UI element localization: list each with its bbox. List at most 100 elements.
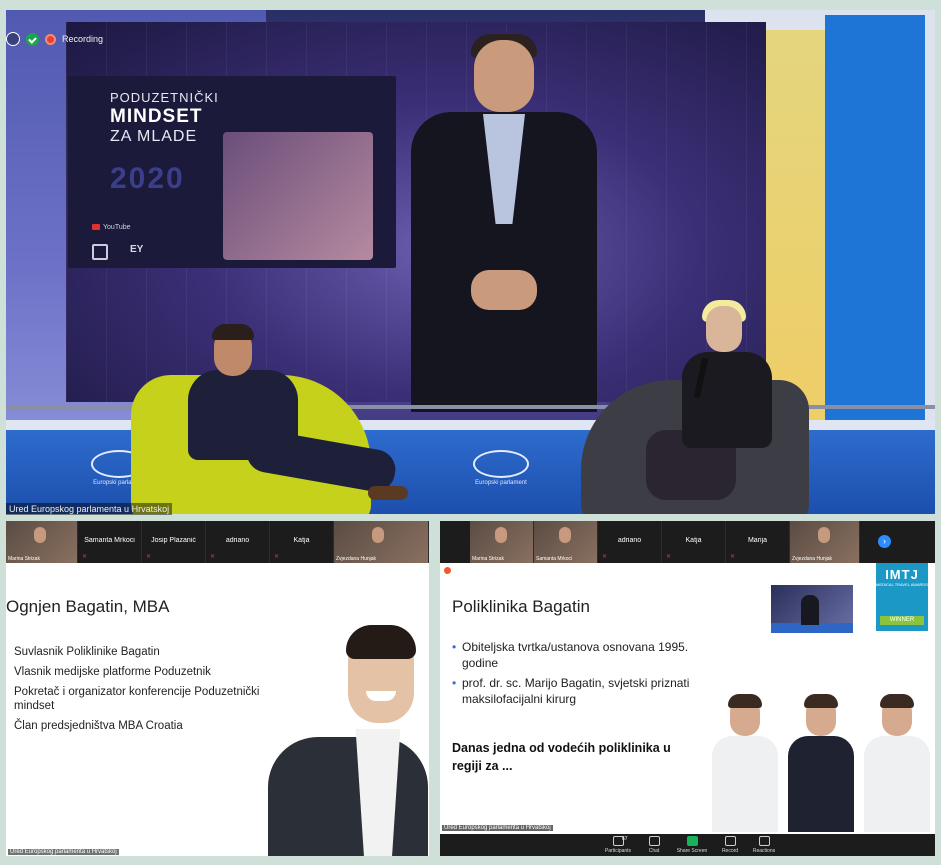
- participant-tile[interactable]: Josip Plazanić ✕: [142, 521, 206, 563]
- poster-line-1: PODUZETNIČKI: [110, 90, 219, 105]
- chat-button[interactable]: Chat: [634, 836, 674, 854]
- left-share-window: Marina Strizak Samanta Mrkoci ✕ Josip Pla…: [6, 521, 429, 856]
- participants-count: 67: [622, 836, 628, 842]
- doctor-hair: [804, 694, 838, 708]
- doctor-hair: [880, 694, 914, 708]
- mic-muted-icon: ✕: [146, 554, 152, 560]
- participant-face: [371, 527, 384, 543]
- right-share-window: Marina Strizak Samanta Mrkoci adriano ✕ K…: [440, 521, 935, 856]
- participant-tile[interactable]: Katja ✕: [270, 521, 334, 563]
- mini-speaker: [801, 595, 819, 625]
- participant-name: Marina Strizak: [472, 556, 504, 562]
- speaker-hands: [471, 270, 537, 310]
- doctor-coat: [712, 736, 778, 832]
- participant-strip: Marina Strizak Samanta Mrkoci ✕ Josip Pla…: [6, 521, 429, 563]
- slide-bullet: Član predsjedništva MBA Croatia: [14, 720, 183, 732]
- portrait-suit: [268, 737, 428, 856]
- slide-bullet-list: Obiteljska tvrtka/ustanova osnovana 1995…: [452, 639, 702, 711]
- participant-tile[interactable]: Samanta Mrkoci ✕: [78, 521, 142, 563]
- slide-bullet: Vlasnik medijske platforme Poduzetnik: [14, 666, 211, 678]
- participant-face: [34, 527, 47, 543]
- slide-bullet: prof. dr. sc. Marijo Bagatin, svjetski p…: [452, 675, 702, 707]
- participant-tile[interactable]: adriano ✕: [206, 521, 270, 563]
- participant-name: adriano: [225, 537, 250, 544]
- recording-indicator[interactable]: Recording: [6, 30, 103, 48]
- participant-name: Samanta Mrkoci: [84, 537, 135, 544]
- eu-logo-text: Europski parlament: [475, 480, 527, 486]
- remote-speaker: [411, 30, 597, 412]
- main-video-name-label: Ured Europskog parlamenta u Hrvatskoj: [6, 503, 173, 515]
- participant-tile[interactable]: Marina Strizak: [470, 521, 534, 563]
- poster-line-2: MINDSET: [110, 106, 203, 127]
- eu-logo-icon: [473, 450, 529, 478]
- participants-button[interactable]: 67 Participants: [598, 836, 638, 854]
- ey-logo: EY: [130, 244, 144, 255]
- host-left-body: [188, 370, 298, 460]
- participant-tile[interactable]: Zvjezdana Hunjak: [790, 521, 860, 563]
- host-right-head: [706, 306, 742, 352]
- award-winner: WINNER: [880, 616, 924, 625]
- doctor-figure: [862, 692, 932, 832]
- slide-bullet-list: Suvlasnik Poliklinike Bagatin Vlasnik me…: [14, 645, 294, 739]
- participant-name: Zvjezdana Hunjak: [792, 556, 833, 562]
- share-screen-icon: [686, 836, 698, 846]
- partner-logo: [92, 244, 108, 260]
- participant-strip: Marina Strizak Samanta Mrkoci adriano ✕ K…: [440, 521, 935, 563]
- mic-muted-icon: ✕: [274, 554, 280, 560]
- participant-tile[interactable]: Marija ✕: [726, 521, 790, 563]
- mic-muted-icon: ✕: [666, 554, 672, 560]
- youtube-icon: [92, 224, 100, 231]
- host-left-hair: [212, 324, 254, 340]
- award-brand: IMTJ: [885, 567, 919, 582]
- floating-video-thumbnail[interactable]: [771, 585, 853, 633]
- participant-name: Josip Plazanić: [151, 537, 196, 544]
- chat-icon: [648, 836, 660, 846]
- award-subtitle: MEDICAL TRAVEL AWARDS: [876, 582, 928, 587]
- meeting-toolbar: Ured Europskog parlamenta u Hrvatskoj 67…: [440, 825, 935, 856]
- participant-name: Katja: [293, 537, 310, 544]
- share-screen-label: Share Screen: [676, 848, 708, 854]
- share-status-icon[interactable]: [444, 567, 451, 574]
- mic-muted-icon: ✕: [602, 554, 608, 560]
- participant-name: adriano: [617, 537, 642, 544]
- poster-year: 2020: [110, 162, 185, 195]
- record-label: Record: [721, 848, 739, 854]
- host-right-body: [682, 352, 772, 448]
- slide-title: Ognjen Bagatin, MBA: [6, 597, 170, 616]
- event-poster: PODUZETNIČKI MINDSET ZA MLADE 2020 YouTu…: [68, 76, 396, 268]
- portrait-hair: [346, 625, 416, 659]
- participant-tile[interactable]: Zvjezdana Hunjak: [334, 521, 429, 563]
- reactions-button[interactable]: Reactions: [744, 836, 784, 854]
- participant-name: Samanta Mrkoci: [536, 556, 573, 562]
- presenter-label: Ured Europskog parlamenta u Hrvatskoj: [442, 825, 553, 831]
- reactions-label: Reactions: [752, 848, 776, 854]
- participants-label: Participants: [604, 848, 632, 854]
- participant-tile[interactable]: adriano ✕: [598, 521, 662, 563]
- mic-muted-icon: ✕: [210, 554, 216, 560]
- participant-tile[interactable]: Marina Strizak: [6, 521, 78, 563]
- doctor-coat: [864, 736, 930, 832]
- participant-name: Marija: [747, 537, 768, 544]
- youtube-logo: YouTube: [92, 224, 131, 231]
- record-icon: [724, 836, 736, 846]
- shared-slide: Poliklinika Bagatin Obiteljska tvrtka/us…: [440, 563, 935, 856]
- speaker-head: [474, 40, 534, 112]
- participant-face: [495, 527, 508, 543]
- next-page-arrow-icon[interactable]: ›: [878, 535, 891, 548]
- main-video-feed[interactable]: PODUZETNIČKI MINDSET ZA MLADE 2020 YouTu…: [6, 10, 935, 514]
- recording-icon: [45, 33, 56, 45]
- slide-title: Poliklinika Bagatin: [452, 597, 590, 616]
- host-left-shoe: [368, 486, 408, 500]
- participant-tile[interactable]: Katja ✕: [662, 521, 726, 563]
- presenter-label: Ured Europskog parlamenta u Hrvatskoj: [8, 849, 119, 855]
- participant-face: [559, 527, 572, 543]
- info-icon[interactable]: [6, 32, 20, 46]
- chat-label: Chat: [648, 848, 660, 854]
- doctor-figure: [710, 692, 780, 832]
- slide-bullet: Suvlasnik Poliklinike Bagatin: [14, 646, 160, 658]
- slide-bullet: Pokretač i organizator konferencije Podu…: [14, 686, 260, 712]
- strip-spacer: [440, 521, 470, 563]
- share-screen-button[interactable]: Share Screen: [672, 836, 712, 854]
- shield-check-icon[interactable]: [26, 32, 39, 46]
- participant-tile[interactable]: Samanta Mrkoci: [534, 521, 598, 563]
